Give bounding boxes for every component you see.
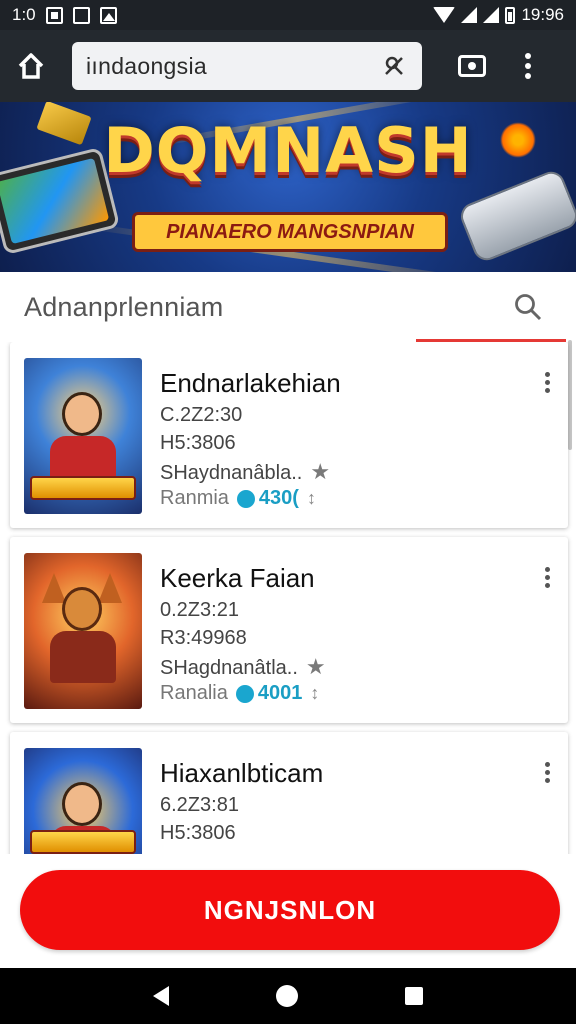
rating-icon — [236, 489, 255, 508]
battery-icon — [505, 6, 516, 24]
app-developer: SHaydnanâbla.. — [160, 462, 303, 484]
tabs-icon — [458, 55, 486, 77]
trend-arrow-icon: ↕ — [310, 683, 320, 703]
banner-title: DQMNASH — [103, 114, 473, 187]
app-developer: SHagdnanâtla.. — [160, 657, 298, 679]
menu-dot-icon — [544, 372, 550, 377]
section-header: Adnanprlenniam — [0, 272, 576, 342]
app-detail-2: R3:49968 — [160, 627, 247, 649]
notification-app-icon — [72, 6, 90, 24]
menu-dot-icon — [544, 583, 550, 588]
item-menu-button[interactable] — [540, 372, 554, 393]
primary-action-button[interactable]: NGNJSNLON — [20, 870, 560, 950]
character-face — [62, 782, 102, 826]
menu-dot-icon — [544, 567, 550, 572]
rating-badge: 4001 — [235, 682, 303, 705]
bottom-action-area: NGNJSNLON — [0, 854, 576, 968]
app-rating-row: Ranalia 4001 ↕ — [160, 682, 319, 705]
tabs-button[interactable] — [442, 30, 502, 102]
item-menu-button[interactable] — [540, 567, 554, 588]
app-detail-3: SHagdnanâtla.. ★ — [160, 654, 326, 680]
status-right: 19:96 — [433, 5, 564, 25]
menu-dot-icon — [544, 380, 550, 385]
rating-value: 4001 — [257, 682, 303, 704]
app-title[interactable]: Endnarlakehian — [160, 368, 341, 399]
app-title[interactable]: Keerka Faian — [160, 563, 315, 594]
thumbnail-logo — [30, 830, 136, 854]
home-icon — [18, 53, 44, 79]
menu-dot-icon — [544, 762, 550, 767]
rating-icon — [235, 684, 254, 703]
system-nav-bar — [0, 968, 576, 1024]
rating-label: Ranalia — [160, 682, 228, 704]
app-screen: 1:0 19:96 iındaongsia DQMNASH PIANAERO M… — [0, 0, 576, 1024]
search-icon — [515, 294, 542, 321]
wifi-icon — [433, 7, 456, 23]
menu-dot-icon — [525, 63, 531, 69]
app-thumbnail[interactable] — [24, 553, 142, 709]
app-thumbnail[interactable] — [24, 748, 142, 854]
home-button[interactable] — [0, 30, 62, 102]
menu-dot-icon — [525, 53, 531, 59]
app-thumbnail[interactable] — [24, 358, 142, 514]
banner-subtitle: PIANAERO MANGSNPIAN — [132, 212, 448, 252]
browser-toolbar: iındaongsia — [0, 30, 576, 102]
trend-arrow-icon: ↕ — [306, 488, 316, 508]
thumbnail-logo — [30, 476, 136, 500]
notification-image-icon — [45, 6, 63, 24]
menu-dot-icon — [544, 778, 550, 783]
signal-icon — [461, 7, 478, 23]
list-item[interactable]: Endnarlakehian C.2Z2:30 H5:3806 SHaydnan… — [10, 342, 568, 528]
character-ear — [42, 573, 66, 603]
star-icon: ★ — [305, 654, 326, 679]
status-time-left: 1:0 — [12, 5, 36, 24]
app-detail-3: SHaydnanâbla.. ★ — [160, 459, 330, 485]
list-item[interactable]: Keerka Faian 0.2Z3:21 R3:49968 SHagdnanâ… — [10, 537, 568, 723]
app-detail-1: 0.2Z3:21 — [160, 599, 239, 621]
rating-label: Ranmia — [160, 487, 229, 509]
character-face — [62, 392, 102, 436]
signal-icon-2 — [483, 7, 500, 23]
rating-badge: 430( — [236, 487, 299, 510]
status-bar: 1:0 19:96 — [0, 0, 576, 30]
app-title[interactable]: Hiaxanlbticam — [160, 758, 323, 789]
app-rating-row: Ranmia 430( ↕ — [160, 487, 316, 510]
search-button[interactable] — [508, 287, 548, 327]
app-list: Endnarlakehian C.2Z2:30 H5:3806 SHaydnan… — [0, 342, 576, 854]
mic-slash-icon — [385, 56, 403, 75]
status-time-right: 19:96 — [521, 5, 564, 24]
section-title: Adnanprlenniam — [24, 291, 224, 322]
url-bar[interactable]: iındaongsia — [72, 42, 422, 90]
app-detail-1: C.2Z2:30 — [160, 404, 243, 426]
menu-dot-icon — [525, 73, 531, 79]
url-text[interactable]: iındaongsia — [86, 53, 380, 80]
star-icon: ★ — [310, 459, 331, 484]
menu-dot-icon — [544, 575, 550, 580]
app-detail-1: 6.2Z3:81 — [160, 794, 239, 816]
item-menu-button[interactable] — [540, 762, 554, 783]
recent-apps-icon[interactable] — [404, 987, 423, 1005]
app-detail-2: H5:3806 — [160, 822, 236, 844]
app-detail-2: H5:3806 — [160, 432, 236, 454]
clear-url-button[interactable] — [380, 52, 408, 80]
notification-picture-icon — [99, 6, 117, 24]
rating-value: 430( — [258, 487, 299, 509]
back-icon[interactable] — [153, 986, 170, 1006]
character-body — [50, 631, 116, 683]
list-item[interactable]: Hiaxanlbticam 6.2Z3:81 H5:3806 — [10, 732, 568, 854]
status-left: 1:0 — [12, 5, 117, 25]
character-face — [62, 587, 102, 631]
promo-banner[interactable]: DQMNASH PIANAERO MANGSNPIAN — [0, 102, 576, 272]
menu-dot-icon — [544, 388, 550, 393]
home-circle-icon[interactable] — [275, 985, 298, 1007]
menu-dot-icon — [544, 770, 550, 775]
overflow-menu-button[interactable] — [502, 30, 554, 102]
character-ear — [98, 573, 122, 603]
